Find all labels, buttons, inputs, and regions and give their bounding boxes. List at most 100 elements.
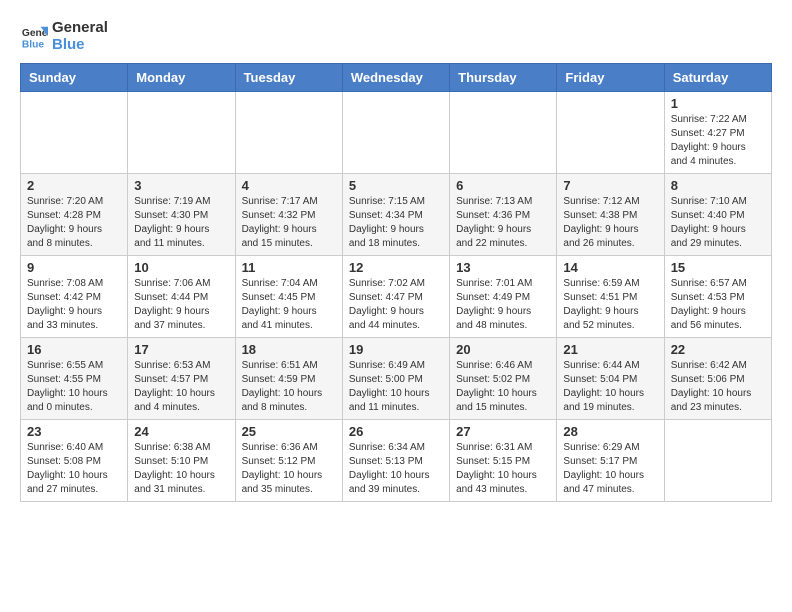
weekday-header-friday: Friday bbox=[557, 64, 664, 92]
weekday-header-row: SundayMondayTuesdayWednesdayThursdayFrid… bbox=[21, 64, 772, 92]
day-number: 15 bbox=[671, 260, 765, 275]
day-number: 11 bbox=[242, 260, 336, 275]
day-number: 19 bbox=[349, 342, 443, 357]
day-info: Sunrise: 6:49 AM Sunset: 5:00 PM Dayligh… bbox=[349, 359, 443, 415]
day-number: 14 bbox=[563, 260, 657, 275]
day-info: Sunrise: 6:42 AM Sunset: 5:06 PM Dayligh… bbox=[671, 359, 765, 415]
calendar-cell: 17 Sunrise: 6:53 AM Sunset: 4:57 PM Dayli… bbox=[128, 338, 235, 420]
day-info: Sunrise: 7:08 AM Sunset: 4:42 PM Dayligh… bbox=[27, 277, 121, 333]
day-info: Sunrise: 7:06 AM Sunset: 4:44 PM Dayligh… bbox=[134, 277, 228, 333]
calendar-cell: 15 Sunrise: 6:57 AM Sunset: 4:53 PM Dayli… bbox=[664, 256, 771, 338]
calendar-cell: 19 Sunrise: 6:49 AM Sunset: 5:00 PM Dayli… bbox=[342, 338, 449, 420]
day-number: 24 bbox=[134, 424, 228, 439]
day-info: Sunrise: 6:53 AM Sunset: 4:57 PM Dayligh… bbox=[134, 359, 228, 415]
day-info: Sunrise: 7:04 AM Sunset: 4:45 PM Dayligh… bbox=[242, 277, 336, 333]
calendar-cell: 10Sunrise: 7:06 AM Sunset: 4:44 PM Dayli… bbox=[128, 256, 235, 338]
calendar-cell: 8 Sunrise: 7:10 AM Sunset: 4:40 PM Daylig… bbox=[664, 174, 771, 256]
day-info: Sunrise: 6:51 AM Sunset: 4:59 PM Dayligh… bbox=[242, 359, 336, 415]
day-info: Sunrise: 7:01 AM Sunset: 4:49 PM Dayligh… bbox=[456, 277, 550, 333]
day-info: Sunrise: 7:22 AM Sunset: 4:27 PM Dayligh… bbox=[671, 113, 765, 169]
logo: General Blue General Blue bbox=[20, 20, 108, 53]
day-number: 1 bbox=[671, 96, 765, 111]
day-info: Sunrise: 7:12 AM Sunset: 4:38 PM Dayligh… bbox=[563, 195, 657, 251]
logo-icon: General Blue bbox=[20, 23, 48, 51]
calendar-cell: 2Sunrise: 7:20 AM Sunset: 4:28 PM Daylig… bbox=[21, 174, 128, 256]
calendar-cell: 24 Sunrise: 6:38 AM Sunset: 5:10 PM Dayli… bbox=[128, 420, 235, 502]
calendar-cell bbox=[21, 92, 128, 174]
day-info: Sunrise: 6:44 AM Sunset: 5:04 PM Dayligh… bbox=[563, 359, 657, 415]
calendar-cell: 12 Sunrise: 7:02 AM Sunset: 4:47 PM Dayli… bbox=[342, 256, 449, 338]
day-info: Sunrise: 7:13 AM Sunset: 4:36 PM Dayligh… bbox=[456, 195, 550, 251]
day-number: 28 bbox=[563, 424, 657, 439]
day-info: Sunrise: 6:57 AM Sunset: 4:53 PM Dayligh… bbox=[671, 277, 765, 333]
calendar-cell: 3Sunrise: 7:19 AM Sunset: 4:30 PM Daylig… bbox=[128, 174, 235, 256]
day-number: 9 bbox=[27, 260, 121, 275]
day-info: Sunrise: 7:15 AM Sunset: 4:34 PM Dayligh… bbox=[349, 195, 443, 251]
calendar-cell: 21 Sunrise: 6:44 AM Sunset: 5:04 PM Dayli… bbox=[557, 338, 664, 420]
day-number: 16 bbox=[27, 342, 121, 357]
weekday-header-thursday: Thursday bbox=[450, 64, 557, 92]
calendar-cell: 27 Sunrise: 6:31 AM Sunset: 5:15 PM Dayli… bbox=[450, 420, 557, 502]
weekday-header-wednesday: Wednesday bbox=[342, 64, 449, 92]
day-info: Sunrise: 7:10 AM Sunset: 4:40 PM Dayligh… bbox=[671, 195, 765, 251]
day-number: 12 bbox=[349, 260, 443, 275]
calendar-cell: 7 Sunrise: 7:12 AM Sunset: 4:38 PM Daylig… bbox=[557, 174, 664, 256]
calendar-table: SundayMondayTuesdayWednesdayThursdayFrid… bbox=[20, 63, 772, 502]
weekday-header-sunday: Sunday bbox=[21, 64, 128, 92]
calendar-cell: 18Sunrise: 6:51 AM Sunset: 4:59 PM Dayli… bbox=[235, 338, 342, 420]
calendar-cell: 16 Sunrise: 6:55 AM Sunset: 4:55 PM Dayli… bbox=[21, 338, 128, 420]
day-info: Sunrise: 6:55 AM Sunset: 4:55 PM Dayligh… bbox=[27, 359, 121, 415]
day-info: Sunrise: 6:31 AM Sunset: 5:15 PM Dayligh… bbox=[456, 441, 550, 497]
calendar-cell: 11 Sunrise: 7:04 AM Sunset: 4:45 PM Dayli… bbox=[235, 256, 342, 338]
calendar-cell: 23 Sunrise: 6:40 AM Sunset: 5:08 PM Dayli… bbox=[21, 420, 128, 502]
calendar-cell: 5 Sunrise: 7:15 AM Sunset: 4:34 PM Daylig… bbox=[342, 174, 449, 256]
day-number: 20 bbox=[456, 342, 550, 357]
calendar-week-row: 16 Sunrise: 6:55 AM Sunset: 4:55 PM Dayli… bbox=[21, 338, 772, 420]
logo-blue-text: Blue bbox=[52, 37, 108, 54]
calendar-cell bbox=[128, 92, 235, 174]
calendar-cell: 26 Sunrise: 6:34 AM Sunset: 5:13 PM Dayli… bbox=[342, 420, 449, 502]
day-number: 6 bbox=[456, 178, 550, 193]
day-info: Sunrise: 6:40 AM Sunset: 5:08 PM Dayligh… bbox=[27, 441, 121, 497]
calendar-cell: 20 Sunrise: 6:46 AM Sunset: 5:02 PM Dayli… bbox=[450, 338, 557, 420]
day-info: Sunrise: 6:34 AM Sunset: 5:13 PM Dayligh… bbox=[349, 441, 443, 497]
day-number: 7 bbox=[563, 178, 657, 193]
day-info: Sunrise: 6:29 AM Sunset: 5:17 PM Dayligh… bbox=[563, 441, 657, 497]
day-number: 4 bbox=[242, 178, 336, 193]
day-number: 13 bbox=[456, 260, 550, 275]
header: General Blue General Blue bbox=[20, 20, 772, 53]
calendar-cell: 13 Sunrise: 7:01 AM Sunset: 4:49 PM Dayli… bbox=[450, 256, 557, 338]
calendar-week-row: 1 Sunrise: 7:22 AM Sunset: 4:27 PM Daylig… bbox=[21, 92, 772, 174]
calendar-cell: 22Sunrise: 6:42 AM Sunset: 5:06 PM Dayli… bbox=[664, 338, 771, 420]
calendar-cell: 25Sunrise: 6:36 AM Sunset: 5:12 PM Dayli… bbox=[235, 420, 342, 502]
day-number: 25 bbox=[242, 424, 336, 439]
calendar-cell bbox=[557, 92, 664, 174]
calendar-cell bbox=[450, 92, 557, 174]
day-number: 8 bbox=[671, 178, 765, 193]
day-info: Sunrise: 7:02 AM Sunset: 4:47 PM Dayligh… bbox=[349, 277, 443, 333]
svg-text:Blue: Blue bbox=[22, 39, 45, 50]
day-number: 23 bbox=[27, 424, 121, 439]
day-number: 17 bbox=[134, 342, 228, 357]
calendar-week-row: 23 Sunrise: 6:40 AM Sunset: 5:08 PM Dayli… bbox=[21, 420, 772, 502]
day-info: Sunrise: 7:20 AM Sunset: 4:28 PM Dayligh… bbox=[27, 195, 121, 251]
calendar-week-row: 2Sunrise: 7:20 AM Sunset: 4:28 PM Daylig… bbox=[21, 174, 772, 256]
weekday-header-monday: Monday bbox=[128, 64, 235, 92]
day-number: 21 bbox=[563, 342, 657, 357]
day-number: 27 bbox=[456, 424, 550, 439]
day-number: 26 bbox=[349, 424, 443, 439]
calendar-cell: 4 Sunrise: 7:17 AM Sunset: 4:32 PM Daylig… bbox=[235, 174, 342, 256]
day-info: Sunrise: 7:17 AM Sunset: 4:32 PM Dayligh… bbox=[242, 195, 336, 251]
logo-general-text: General bbox=[52, 20, 108, 37]
calendar-cell: 9 Sunrise: 7:08 AM Sunset: 4:42 PM Daylig… bbox=[21, 256, 128, 338]
day-info: Sunrise: 6:38 AM Sunset: 5:10 PM Dayligh… bbox=[134, 441, 228, 497]
calendar-cell: 1 Sunrise: 7:22 AM Sunset: 4:27 PM Daylig… bbox=[664, 92, 771, 174]
weekday-header-saturday: Saturday bbox=[664, 64, 771, 92]
calendar-cell bbox=[235, 92, 342, 174]
calendar-cell bbox=[342, 92, 449, 174]
day-number: 5 bbox=[349, 178, 443, 193]
calendar-cell: 6 Sunrise: 7:13 AM Sunset: 4:36 PM Daylig… bbox=[450, 174, 557, 256]
day-info: Sunrise: 6:46 AM Sunset: 5:02 PM Dayligh… bbox=[456, 359, 550, 415]
calendar-cell bbox=[664, 420, 771, 502]
calendar-cell: 14Sunrise: 6:59 AM Sunset: 4:51 PM Dayli… bbox=[557, 256, 664, 338]
